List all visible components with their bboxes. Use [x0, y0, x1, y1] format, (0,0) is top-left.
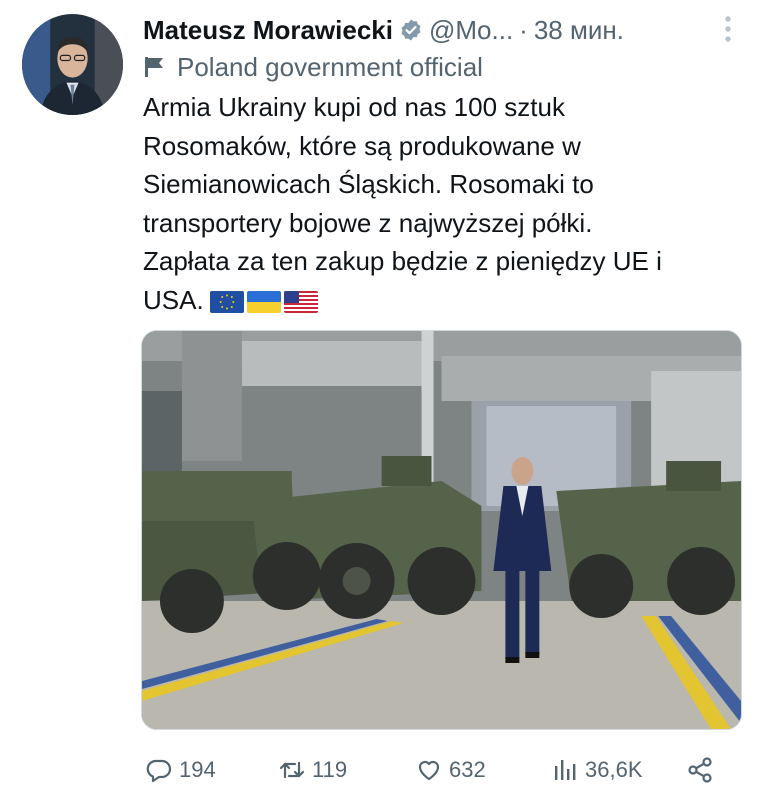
reply-count: 194 [179, 757, 216, 782]
retweet-count: 119 [312, 757, 348, 782]
heart-icon [418, 760, 440, 781]
affiliation-label: Poland government official [143, 50, 483, 84]
emoji-flags [209, 290, 318, 313]
avatar[interactable] [22, 14, 123, 115]
author-handle[interactable]: @Mo... [429, 15, 513, 46]
share-button[interactable] [686, 752, 720, 788]
tweet-actions: 194 119 632 36,6K [143, 752, 743, 788]
tweet-media-image[interactable] [141, 330, 742, 730]
tweet: Mateusz Morawiecki @Mo... · 38 мин. Pola… [0, 0, 762, 800]
share-icon [688, 757, 712, 783]
tweet-timestamp[interactable]: 38 мин. [534, 15, 624, 46]
views-chart-icon [555, 760, 576, 780]
separator-dot: · [519, 14, 528, 45]
more-vertical-icon[interactable] [718, 14, 738, 44]
reply-icon [146, 759, 172, 783]
like-count: 632 [449, 757, 486, 782]
ukraine-flag-icon [246, 290, 281, 313]
like-button[interactable]: 632 [415, 752, 486, 788]
reply-button[interactable]: 194 [145, 752, 216, 788]
usa-flag-icon [283, 290, 318, 313]
tweet-text: Armia Ukrainy kupi od nas 100 sztuk Roso… [143, 88, 743, 319]
flag-icon [145, 57, 163, 77]
retweet-icon [279, 761, 305, 779]
views-count: 36,6K [585, 757, 643, 782]
retweet-button[interactable]: 119 [278, 752, 347, 788]
verified-badge-icon [401, 19, 421, 41]
tweet-header: Mateusz Morawiecki @Mo... · 38 мин. [143, 8, 743, 52]
avatar-image [22, 14, 123, 115]
eu-flag-icon [209, 290, 244, 313]
tweet-body: Armia Ukrainy kupi od nas 100 sztuk Roso… [143, 92, 662, 315]
affiliation-text: Poland government official [177, 51, 483, 82]
author-display-name[interactable]: Mateusz Morawiecki [143, 15, 393, 46]
vehicle-hall-photo [142, 331, 741, 729]
views-button[interactable]: 36,6K [551, 752, 643, 788]
